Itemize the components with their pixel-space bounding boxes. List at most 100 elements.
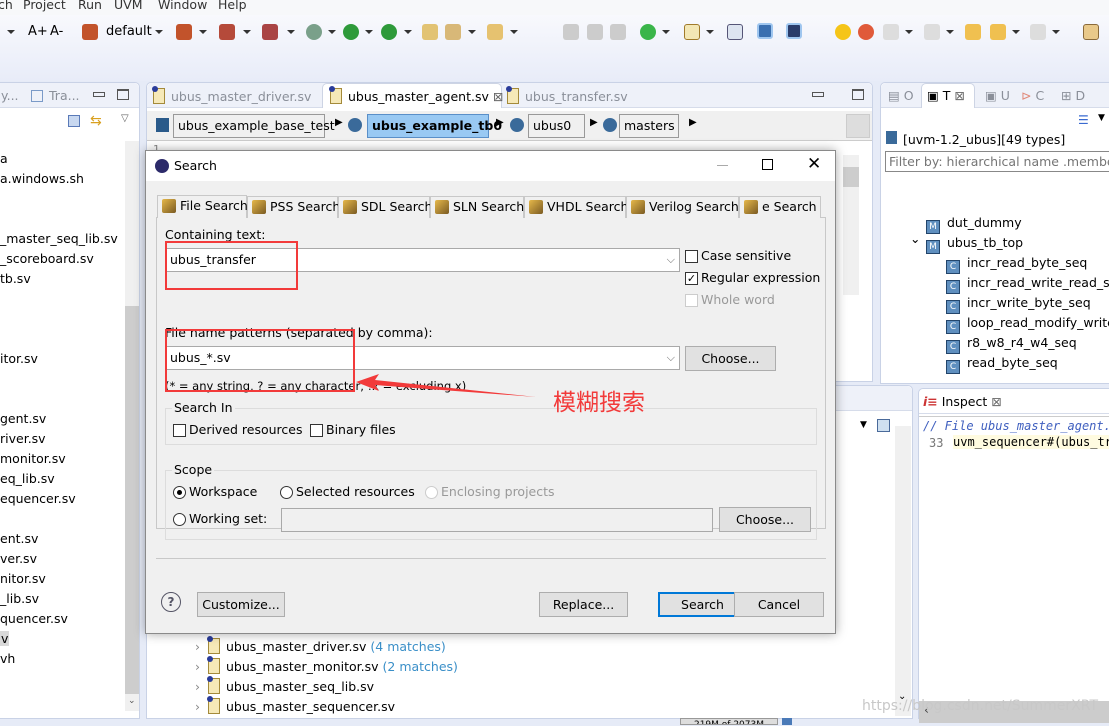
breadcrumb-item-selected[interactable]: ubus_example_tb0 <box>367 114 502 138</box>
menu-window[interactable]: Window <box>158 0 207 12</box>
type-tree-item[interactable]: Cincr_read_write_read_seq <box>946 275 1109 294</box>
minimize-button[interactable] <box>812 92 824 97</box>
gear-icon[interactable] <box>176 24 192 40</box>
pilcrow-icon[interactable] <box>610 24 626 40</box>
tab-ubus-master-driver[interactable]: ubus_master_driver.sv <box>152 86 311 104</box>
dropdown-arrow[interactable] <box>328 30 336 34</box>
dropdown-arrow[interactable] <box>706 30 714 34</box>
view-menu-icon[interactable]: ▼ <box>860 420 867 430</box>
forward-arrow-icon[interactable] <box>1030 24 1046 40</box>
scrollbar-thumb[interactable] <box>843 167 859 187</box>
tab-u[interactable]: ▣ U <box>985 88 1010 103</box>
dropdown-arrow[interactable] <box>199 30 207 34</box>
run-external-icon[interactable] <box>381 24 397 40</box>
whole-word-checkbox[interactable] <box>685 294 698 307</box>
case-sensitive-checkbox[interactable] <box>685 250 698 263</box>
tab-inspect[interactable]: i≡ Inspect ⊠ <box>923 394 1002 409</box>
close-tab-icon[interactable]: ⊠ <box>493 89 503 104</box>
view-menu-icon[interactable]: ▼ <box>1098 113 1105 123</box>
regex-checkbox[interactable]: ✓ <box>685 272 698 285</box>
debug-bug-icon[interactable] <box>306 24 322 40</box>
filter-input[interactable] <box>885 151 1109 172</box>
close-button[interactable]: ✕ <box>807 154 821 174</box>
editor-scrollbar[interactable] <box>843 155 859 295</box>
dialog-tab[interactable]: SDL Search <box>338 196 432 218</box>
tree-item[interactable]: _scoreboard.sv <box>0 251 94 266</box>
tree-item[interactable]: vh <box>0 651 15 666</box>
dropdown-arrow[interactable] <box>946 30 954 34</box>
type-tree-item[interactable]: Cincr_read_byte_seq <box>946 255 1087 274</box>
dropdown-arrow[interactable] <box>243 30 251 34</box>
working-set-radio[interactable] <box>173 513 186 526</box>
trash-icon[interactable] <box>782 718 792 725</box>
result-item[interactable]: › ubus_master_driver.sv (4 matches) <box>195 636 446 654</box>
tree-item[interactable]: a.windows.sh <box>0 171 84 186</box>
tree-item[interactable]: tb.sv <box>0 271 31 286</box>
dropdown-arrow[interactable] <box>510 30 518 34</box>
expand-icon[interactable]: ⌄ <box>910 231 920 246</box>
working-set-input[interactable] <box>281 508 713 532</box>
expand-icon[interactable]: › <box>195 659 200 674</box>
hierarchy-button[interactable] <box>846 114 870 138</box>
collapse-all-icon[interactable] <box>68 115 80 127</box>
tab-ubus-transfer[interactable]: ubus_transfer.sv <box>506 86 628 104</box>
tree-item[interactable]: v <box>0 631 10 646</box>
breadcrumb-item[interactable]: ubus0 <box>528 114 585 138</box>
breadcrumb-item[interactable]: ubus_example_base_test <box>173 114 335 138</box>
tree-item[interactable]: nitor.sv <box>0 571 46 586</box>
gear-icon[interactable] <box>219 24 235 40</box>
pin-icon[interactable] <box>877 419 890 432</box>
replace-button[interactable]: Replace... <box>539 592 628 617</box>
tree-item[interactable]: _master_seq_lib.sv <box>0 231 118 246</box>
type-tree-item[interactable]: Cr8_w8_r4_w4_seq <box>946 335 1077 354</box>
customize-button[interactable]: Customize... <box>197 592 285 617</box>
result-item[interactable]: › ubus_master_seq_lib.sv <box>195 676 378 694</box>
maximize-button[interactable] <box>762 159 773 170</box>
scrollbar[interactable]: ⌄ <box>125 141 139 711</box>
chip-icon[interactable] <box>786 23 802 39</box>
binary-files-checkbox[interactable] <box>310 424 323 437</box>
minimize-button[interactable] <box>93 92 105 97</box>
open-file-icon[interactable] <box>422 24 438 40</box>
tree-item[interactable]: a <box>0 151 8 166</box>
dropdown-arrow[interactable] <box>287 30 295 34</box>
result-item[interactable]: › ubus_master_monitor.sv (2 matches) <box>195 656 458 674</box>
tab-types[interactable]: ▣ T ⊠ <box>927 88 965 103</box>
cancel-button[interactable]: Cancel <box>734 592 824 617</box>
type-tree-item[interactable]: ⌄ Mubus_tb_top <box>910 231 1023 254</box>
dialog-tab[interactable]: Verilog Search <box>626 196 739 218</box>
minimize-button[interactable] <box>717 165 728 166</box>
burst-icon[interactable] <box>835 24 851 40</box>
expand-icon[interactable]: › <box>195 639 200 654</box>
chevron-down-icon[interactable]: ⌵ <box>667 347 675 369</box>
dropdown-arrow[interactable] <box>662 30 670 34</box>
pen-icon[interactable] <box>445 24 461 40</box>
folder-icon[interactable] <box>487 24 503 40</box>
dropdown-arrow[interactable] <box>365 30 373 34</box>
expand-icon[interactable]: › <box>195 679 200 694</box>
config-select[interactable]: default <box>106 23 152 41</box>
hierarchy-icon[interactable] <box>684 24 700 40</box>
back-arrow-icon[interactable] <box>990 24 1006 40</box>
type-tree-item[interactable]: Cincr_write_byte_seq <box>946 295 1091 314</box>
check-icon[interactable] <box>640 24 656 40</box>
dropdown-arrow[interactable] <box>468 30 476 34</box>
filter-settings-icon[interactable]: ☰ <box>1078 113 1089 127</box>
type-tree-item[interactable]: Cread_byte_seq <box>946 355 1058 374</box>
breadcrumb-more[interactable]: ▶ <box>689 117 697 128</box>
view-menu-icon[interactable]: ▽ <box>121 113 129 124</box>
choose-patterns-button[interactable]: Choose... <box>685 346 776 371</box>
outline-icon[interactable] <box>757 23 773 39</box>
breadcrumb-item[interactable]: masters <box>619 114 679 138</box>
maximize-button[interactable] <box>117 89 129 100</box>
dialog-tab[interactable]: PSS Search <box>247 196 340 218</box>
results-scrollbar[interactable]: ⌄ <box>895 426 911 716</box>
tab-d[interactable]: ⊞ D <box>1061 88 1085 103</box>
scroll-down-icon[interactable]: ⌄ <box>128 696 136 706</box>
tab-c[interactable]: ⊳ C <box>1021 88 1044 103</box>
dialog-tab[interactable]: e Search <box>739 196 821 218</box>
result-item[interactable]: › ubus_master_sequencer.sv <box>195 696 399 714</box>
prev-annotation-icon[interactable] <box>924 24 940 40</box>
last-edit-icon[interactable] <box>965 24 981 40</box>
scrollbar-thumb[interactable] <box>125 306 139 694</box>
